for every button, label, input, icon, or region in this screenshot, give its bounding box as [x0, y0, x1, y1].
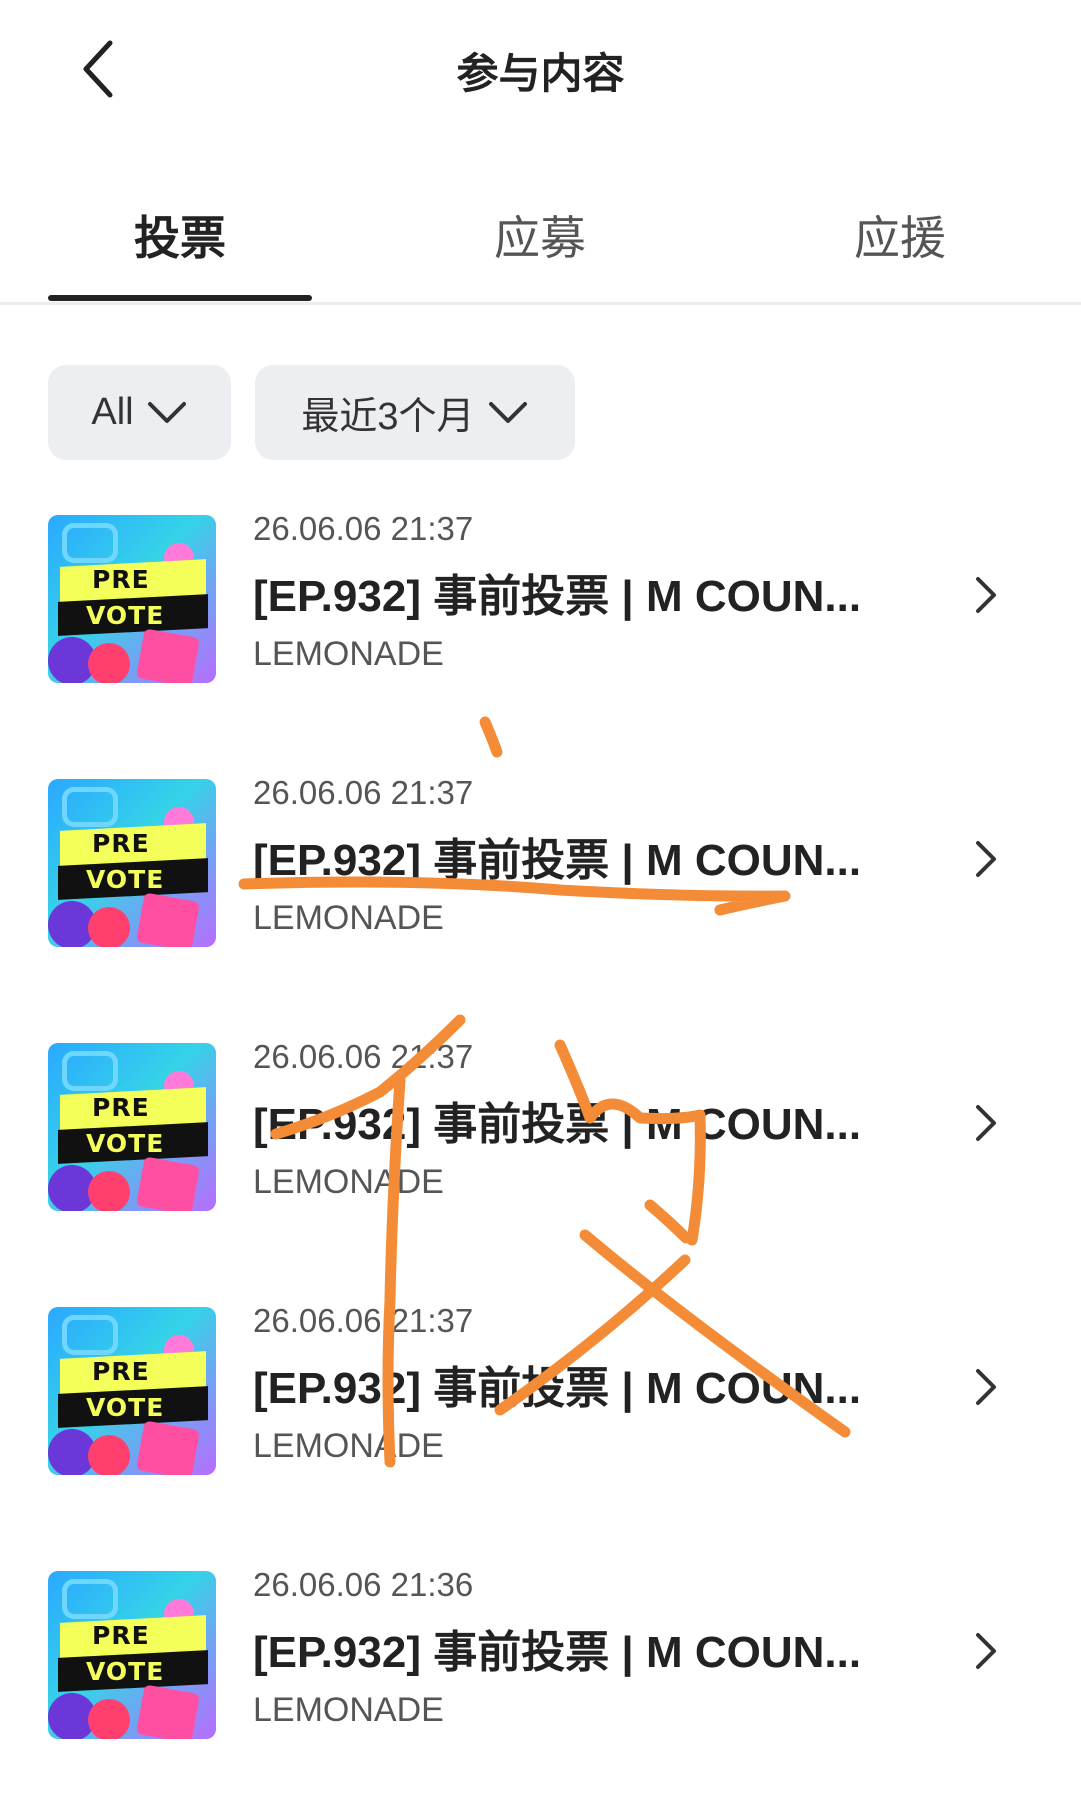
tab-support[interactable]: 应援 [770, 202, 1030, 268]
thumbnail-text-pre: PRE [92, 1357, 150, 1386]
type-filter-dropdown[interactable]: All [48, 365, 231, 460]
thumbnail-text-pre: PRE [92, 1093, 150, 1122]
page-title: 参与内容 [456, 50, 625, 97]
list-item[interactable]: PRE VOTE 26.06.06 21:37 [EP.932] 事前投票 | … [0, 1033, 1081, 1233]
item-title: [EP.932] 事前投票 | M COUN... [253, 836, 862, 885]
item-date: 26.06.06 21:37 [253, 510, 474, 547]
pre-vote-thumbnail: PRE VOTE [48, 1571, 216, 1739]
thumbnail-text-vote: VOTE [86, 601, 165, 630]
tab-bar: 投票 应募 应援 [0, 180, 1081, 305]
item-source: LEMONADE [253, 635, 444, 673]
chevron-right-icon [976, 577, 996, 613]
item-source: LEMONADE [253, 1427, 444, 1465]
period-filter-dropdown[interactable]: 最近3个月 [255, 365, 575, 460]
thumbnail-text-vote: VOTE [86, 865, 165, 894]
pre-vote-thumbnail: PRE VOTE [48, 515, 216, 683]
thumbnail-text-vote: VOTE [86, 1393, 165, 1422]
chevron-right-icon [976, 1105, 996, 1141]
item-title: [EP.932] 事前投票 | M COUN... [253, 1628, 862, 1677]
tab-apply[interactable]: 应募 [410, 202, 670, 268]
chevron-right-icon [976, 1633, 996, 1669]
item-date: 26.06.06 21:37 [253, 1302, 474, 1339]
pre-vote-thumbnail: PRE VOTE [48, 1043, 216, 1211]
item-source: LEMONADE [253, 1691, 444, 1729]
thumbnail-text-vote: VOTE [86, 1657, 165, 1686]
list-item[interactable]: PRE VOTE 26.06.06 21:37 [EP.932] 事前投票 | … [0, 505, 1081, 705]
thumbnail-text-pre: PRE [92, 829, 150, 858]
item-date: 26.06.06 21:37 [253, 1038, 474, 1075]
pre-vote-thumbnail: PRE VOTE [48, 1307, 216, 1475]
period-filter-label: 最近3个月 [301, 396, 475, 438]
chevron-right-icon [976, 1369, 996, 1405]
thumbnail-text-pre: PRE [92, 1621, 150, 1650]
chevron-down-icon [147, 401, 186, 423]
list-item[interactable]: PRE VOTE 26.06.06 21:37 [EP.932] 事前投票 | … [0, 769, 1081, 969]
item-date: 26.06.06 21:36 [253, 1566, 474, 1603]
type-filter-label: All [91, 391, 134, 433]
chevron-down-icon [488, 401, 527, 423]
pre-vote-thumbnail: PRE VOTE [48, 779, 216, 947]
item-title: [EP.932] 事前投票 | M COUN... [253, 1364, 862, 1413]
top-bar: 参与内容 [0, 0, 1081, 140]
thumbnail-text-vote: VOTE [86, 1129, 165, 1158]
list-item[interactable]: PRE VOTE 26.06.06 21:36 [EP.932] 事前投票 | … [0, 1561, 1081, 1761]
item-date: 26.06.06 21:37 [253, 774, 474, 811]
list-item[interactable]: PRE VOTE 26.06.06 21:37 [EP.932] 事前投票 | … [0, 1297, 1081, 1497]
item-title: [EP.932] 事前投票 | M COUN... [253, 572, 862, 621]
active-tab-indicator [48, 295, 312, 301]
thumbnail-text-pre: PRE [92, 565, 150, 594]
item-title: [EP.932] 事前投票 | M COUN... [253, 1100, 862, 1149]
item-source: LEMONADE [253, 899, 444, 937]
item-source: LEMONADE [253, 1163, 444, 1201]
chevron-right-icon [976, 841, 996, 877]
tab-vote[interactable]: 投票 [50, 202, 310, 268]
